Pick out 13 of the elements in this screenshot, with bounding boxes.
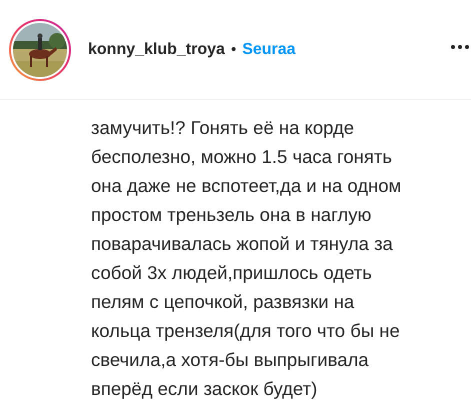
username[interactable]: konny_klub_troya (88, 40, 225, 58)
caption-line: вперёд если заскок будет) (91, 377, 318, 401)
caption-line: поварачивалась жопой и тянула за (91, 232, 394, 256)
caption-line: собой 3х людей,пришлось одеть (91, 261, 373, 285)
caption-line: свечила,а хотя-бы выпрыгивала (91, 348, 370, 372)
caption-line: бесполезно, можно 1.5 часа гонять (91, 145, 394, 169)
caption-line: пелям с цепочкой, развязки на (91, 290, 356, 314)
more-options-icon[interactable] (451, 45, 471, 49)
separator-dot: • (230, 41, 236, 58)
caption-line: простом треньзель она в наглую (91, 203, 372, 227)
caption-line: кольца трензеля(для того что бы не (91, 319, 401, 343)
caption-line: она даже не вспотеет,да и на одном (91, 174, 402, 198)
caption-line: замучить!? Гонять её на корде (91, 116, 356, 140)
